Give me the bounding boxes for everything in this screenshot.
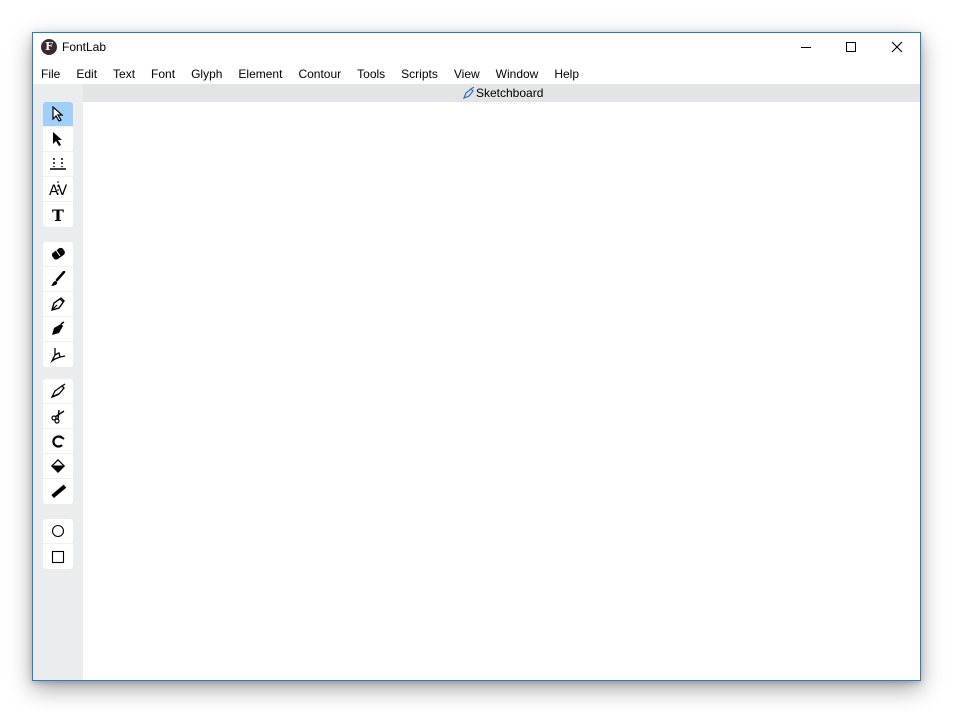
magnet-icon — [52, 435, 65, 448]
menu-tools[interactable]: Tools — [349, 63, 393, 85]
ruler-icon — [51, 484, 66, 498]
brush-tool[interactable] — [43, 267, 73, 292]
toolbox: AV T — [33, 84, 83, 680]
menu-help[interactable]: Help — [546, 63, 587, 85]
tool-group-shapes — [43, 519, 73, 569]
scissors-tool[interactable] — [43, 404, 73, 429]
paint-bucket-icon — [50, 459, 66, 473]
pen-icon — [463, 87, 475, 99]
element-select-tool[interactable] — [43, 127, 73, 152]
close-icon — [891, 41, 903, 53]
pen-tool[interactable] — [43, 317, 73, 342]
menu-scripts[interactable]: Scripts — [393, 63, 446, 85]
tool-group-selection: AV T — [43, 102, 73, 227]
menu-font[interactable]: Font — [143, 63, 183, 85]
eraser-icon — [51, 247, 65, 260]
filled-arrow-icon — [53, 132, 62, 146]
minimize-button[interactable] — [783, 33, 829, 61]
metrics-icon — [50, 158, 66, 170]
svg-text:T: T — [52, 207, 64, 223]
rapidograph-tool[interactable] — [43, 342, 73, 367]
pencil-icon — [50, 297, 65, 312]
tool-group-editing — [43, 379, 73, 504]
menu-contour[interactable]: Contour — [290, 63, 349, 85]
kerning-tool[interactable]: AV — [43, 177, 73, 202]
menu-text[interactable]: Text — [105, 63, 143, 85]
title-bar: F FontLab — [33, 33, 920, 61]
fill-tool[interactable] — [43, 454, 73, 479]
ellipse-tool[interactable] — [43, 519, 73, 544]
tab-sketchboard[interactable]: Sketchboard — [463, 86, 543, 100]
scissors-icon — [51, 409, 65, 424]
hollow-arrow-icon — [52, 106, 64, 122]
menu-glyph[interactable]: Glyph — [183, 63, 230, 85]
ruler-tool[interactable] — [43, 479, 73, 504]
tab-label: Sketchboard — [476, 86, 544, 100]
menu-file[interactable]: File — [33, 63, 68, 85]
square-icon — [51, 550, 65, 563]
eraser-tool[interactable] — [43, 242, 73, 267]
fontlab-logo-icon: F — [41, 39, 57, 55]
contour-select-tool[interactable] — [43, 102, 73, 127]
pen-icon — [52, 321, 65, 335]
menu-view[interactable]: View — [446, 63, 488, 85]
rapidograph-icon — [50, 347, 66, 363]
magnet-tool[interactable] — [43, 429, 73, 454]
menu-bar: File Edit Text Font Glyph Element Contou… — [33, 63, 920, 85]
rectangle-tool[interactable] — [43, 544, 73, 569]
menu-window[interactable]: Window — [488, 63, 547, 85]
minimize-icon — [801, 46, 811, 48]
tool-group-drawing — [43, 242, 73, 367]
circle-icon — [51, 524, 65, 538]
text-tool[interactable]: T — [43, 202, 73, 227]
maximize-button[interactable] — [828, 33, 874, 61]
text-icon: T — [52, 207, 64, 223]
menu-element[interactable]: Element — [230, 63, 290, 85]
sketchboard-canvas[interactable]: Sketchboard — [83, 84, 920, 680]
menu-edit[interactable]: Edit — [68, 63, 105, 85]
brush-icon — [51, 271, 66, 286]
window-title: FontLab — [62, 40, 107, 54]
kerning-icon: AV — [49, 181, 68, 197]
close-button[interactable] — [874, 33, 920, 61]
pencil-tool[interactable] — [43, 292, 73, 317]
maximize-icon — [846, 42, 856, 52]
metrics-tool[interactable] — [43, 152, 73, 177]
app-window: F FontLab File Edit Text Font Glyph Elem… — [32, 32, 921, 681]
knife-icon — [50, 383, 66, 399]
knife-tool[interactable] — [43, 379, 73, 404]
tab-bar: Sketchboard — [83, 84, 920, 102]
